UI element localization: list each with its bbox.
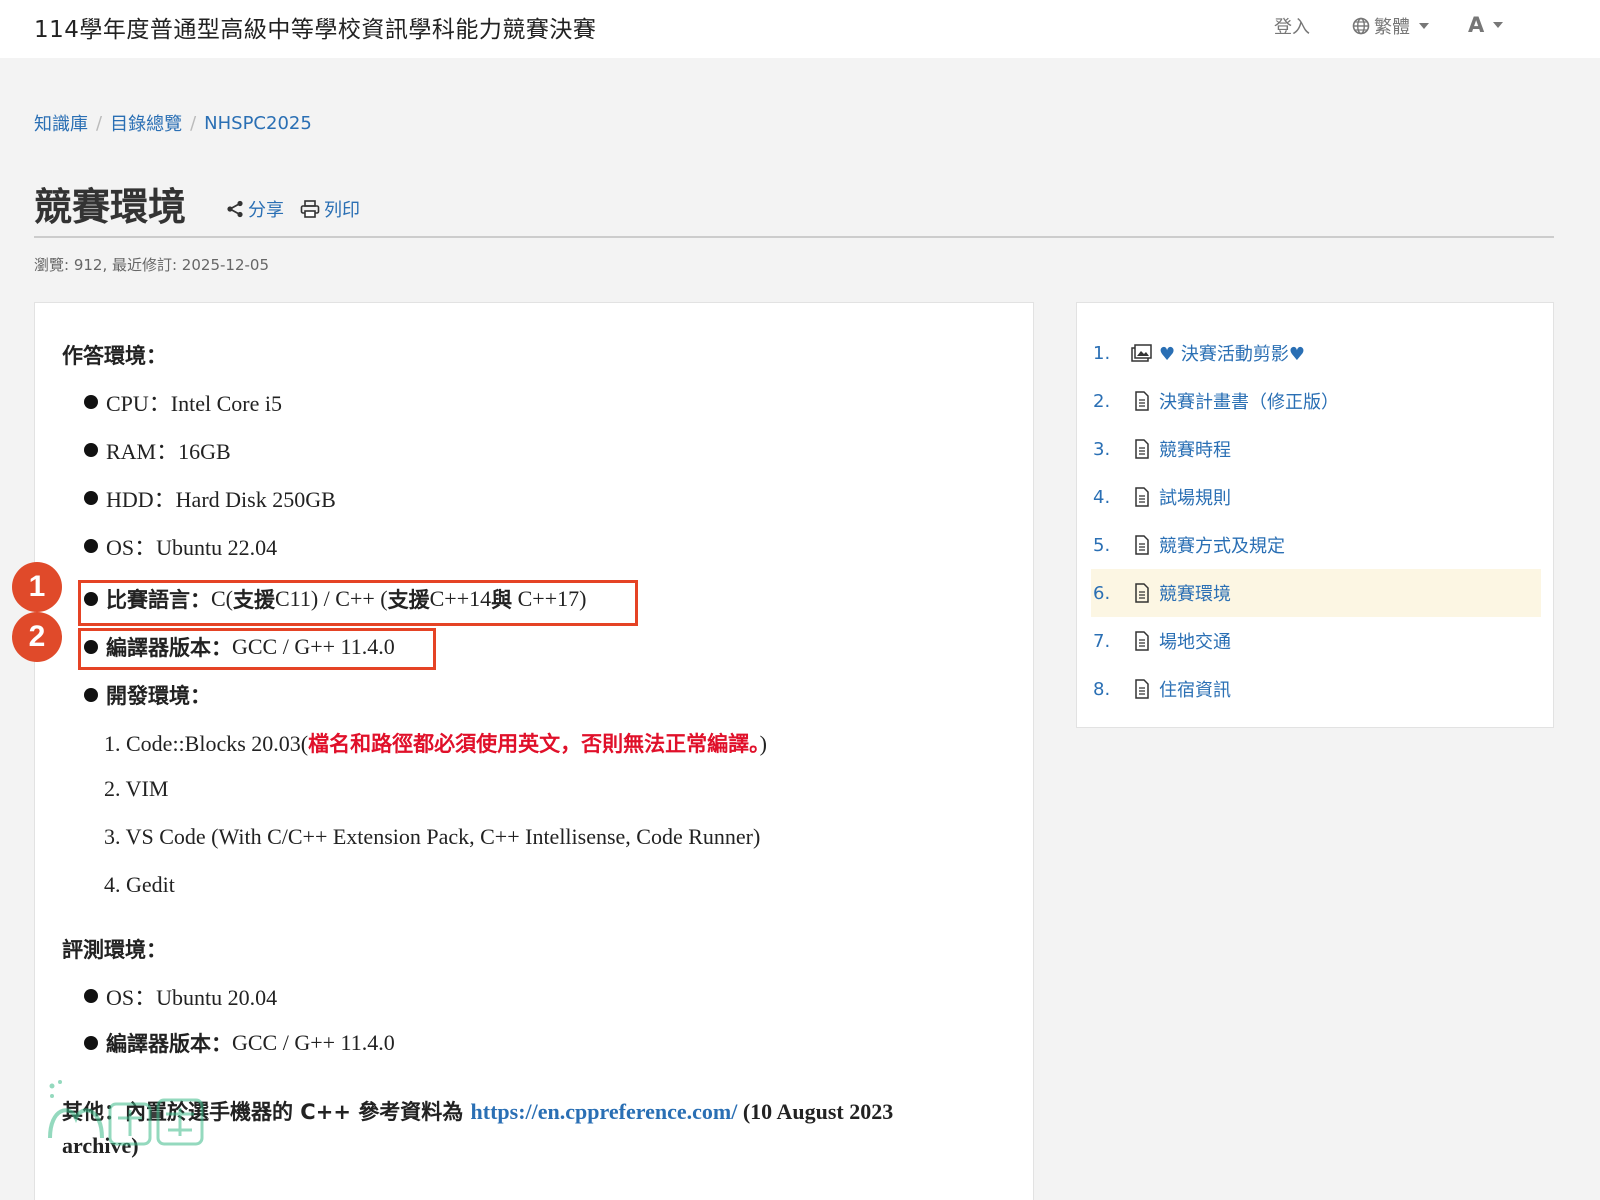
font-size-dropdown[interactable]: A bbox=[1468, 13, 1504, 37]
document-icon bbox=[1131, 438, 1153, 460]
bullet-icon bbox=[84, 989, 98, 1003]
bullet-icon bbox=[84, 491, 98, 505]
toc-number: 6. bbox=[1093, 582, 1111, 604]
bullet-icon bbox=[84, 443, 98, 457]
toc-label: ♥ 決賽活動剪影♥ bbox=[1159, 344, 1305, 365]
toc-item-transport[interactable]: 7. 場地交通 bbox=[1091, 617, 1541, 665]
toc-panel: 1. ♥ 決賽活動剪影♥ 2. 決賽計畫書（修正版） 3. 競賽時程 4. 試場… bbox=[1076, 302, 1554, 728]
judge-env-heading: 評測環境： bbox=[62, 938, 167, 962]
share-label: 分享 bbox=[248, 200, 284, 221]
breadcrumb-separator: / bbox=[96, 112, 103, 134]
list-item-judge-os: OS：Ubuntu 20.04 bbox=[84, 980, 277, 1012]
printer-icon bbox=[300, 200, 320, 218]
dev-item-gedit: 4. Gedit bbox=[104, 872, 175, 897]
dev-item-vim: 2. VIM bbox=[104, 776, 169, 801]
toc-label: 競賽環境 bbox=[1159, 584, 1231, 605]
language-label: 繁體 bbox=[1374, 17, 1410, 38]
bullet-icon bbox=[84, 1036, 98, 1050]
bullet-icon bbox=[84, 688, 98, 702]
toc-item-activity-gallery[interactable]: 1. ♥ 決賽活動剪影♥ bbox=[1091, 329, 1541, 377]
page-title: 競賽環境 bbox=[34, 184, 187, 229]
document-icon bbox=[1131, 486, 1153, 508]
dev-item-text: ) bbox=[759, 731, 767, 756]
filename-warning: 檔名和路徑都必須使用英文，否則無法正常編譯。 bbox=[308, 732, 760, 756]
dev-item-vscode: 3. VS Code (With C/C++ Extension Pack, C… bbox=[104, 824, 761, 849]
judge-compiler-value: GCC / G++ 11.4.0 bbox=[232, 1030, 395, 1055]
breadcrumb: 知識庫 / 目錄總覽 / NHSPC2025 bbox=[34, 110, 312, 136]
toc-label: 住宿資訊 bbox=[1159, 680, 1231, 701]
globe-icon bbox=[1352, 17, 1370, 35]
breadcrumb-separator: / bbox=[190, 112, 197, 134]
list-item-judge-compiler: 編譯器版本： GCC / G++ 11.4.0 bbox=[84, 1028, 395, 1058]
bullet-icon bbox=[84, 395, 98, 409]
dev-env-label: 開發環境： bbox=[106, 684, 211, 708]
judge-compiler-label: 編譯器版本： bbox=[106, 1032, 232, 1056]
breadcrumb-directory[interactable]: 目錄總覽 bbox=[110, 110, 182, 136]
title-divider bbox=[34, 236, 1554, 238]
watermark-logo bbox=[48, 1080, 204, 1146]
toc-number: 1. bbox=[1093, 342, 1111, 364]
breadcrumb-nhspc2025[interactable]: NHSPC2025 bbox=[204, 113, 312, 134]
toc-label: 競賽時程 bbox=[1159, 440, 1231, 461]
list-item-cpu: CPU：Intel Core i5 bbox=[84, 386, 282, 418]
share-icon bbox=[227, 200, 243, 218]
font-size-label: A bbox=[1468, 13, 1485, 37]
toc-item-rules[interactable]: 4. 試場規則 bbox=[1091, 473, 1541, 521]
list-item-ram: RAM：16GB bbox=[84, 434, 231, 466]
language-dropdown[interactable]: 繁體 bbox=[1352, 13, 1429, 39]
toc-label: 決賽計畫書（修正版） bbox=[1159, 392, 1339, 413]
document-icon bbox=[1131, 678, 1153, 700]
document-icon bbox=[1131, 630, 1153, 652]
login-label: 登入 bbox=[1274, 17, 1310, 38]
login-link[interactable]: 登入 bbox=[1274, 13, 1310, 39]
cppreference-link[interactable]: https://en.cppreference.com/ bbox=[471, 1099, 738, 1124]
document-icon bbox=[1131, 534, 1153, 556]
toc-number: 7. bbox=[1093, 630, 1111, 652]
share-button[interactable]: 分享 bbox=[226, 196, 284, 222]
toc-item-environment[interactable]: 6. 競賽環境 bbox=[1091, 569, 1541, 617]
list-item-dev-env: 開發環境： bbox=[84, 680, 211, 710]
toc-number: 8. bbox=[1093, 678, 1111, 700]
callout-badge-2: 2 bbox=[12, 612, 62, 662]
bullet-icon bbox=[84, 539, 98, 553]
ram-text: RAM：16GB bbox=[106, 439, 231, 464]
cpu-text: CPU：Intel Core i5 bbox=[106, 391, 282, 416]
toc-item-schedule[interactable]: 3. 競賽時程 bbox=[1091, 425, 1541, 473]
toc-label: 試場規則 bbox=[1159, 488, 1231, 509]
highlight-box-compiler bbox=[78, 628, 436, 670]
print-label: 列印 bbox=[324, 200, 360, 221]
toc-label: 競賽方式及規定 bbox=[1159, 536, 1285, 557]
toc-number: 5. bbox=[1093, 534, 1111, 556]
title-actions: 分享 列印 bbox=[226, 196, 360, 222]
list-item-hdd: HDD：Hard Disk 250GB bbox=[84, 482, 336, 514]
toc-number: 2. bbox=[1093, 390, 1111, 412]
answer-env-heading: 作答環境： bbox=[62, 344, 167, 368]
os-text: OS：Ubuntu 22.04 bbox=[106, 535, 278, 560]
print-button[interactable]: 列印 bbox=[300, 196, 360, 222]
document-icon bbox=[1131, 582, 1153, 604]
toc-item-format[interactable]: 5. 競賽方式及規定 bbox=[1091, 521, 1541, 569]
chevron-down-icon bbox=[1493, 22, 1504, 28]
site-title[interactable]: 114學年度普通型高級中等學校資訊學科能力競賽決賽 bbox=[34, 10, 596, 44]
dev-item-codeblocks: 1. Code::Blocks 20.03(檔名和路徑都必須使用英文，否則無法正… bbox=[104, 728, 767, 758]
dev-item-text: 1. Code::Blocks 20.03( bbox=[104, 731, 309, 756]
page-meta: 瀏覽: 912, 最近修訂: 2025-12-05 bbox=[34, 256, 269, 274]
highlight-box-language bbox=[78, 580, 638, 626]
toc-item-plan[interactable]: 2. 決賽計畫書（修正版） bbox=[1091, 377, 1541, 425]
chevron-down-icon bbox=[1419, 23, 1429, 29]
gallery-icon bbox=[1131, 342, 1153, 364]
judge-os-text: OS：Ubuntu 20.04 bbox=[106, 985, 278, 1010]
callout-badge-1: 1 bbox=[12, 562, 62, 612]
list-item-os: OS：Ubuntu 22.04 bbox=[84, 530, 277, 562]
top-navbar: 114學年度普通型高級中等學校資訊學科能力競賽決賽 登入 繁體 A bbox=[0, 0, 1600, 58]
toc-number: 4. bbox=[1093, 486, 1111, 508]
toc-label: 場地交通 bbox=[1159, 632, 1231, 653]
hdd-text: HDD：Hard Disk 250GB bbox=[106, 487, 336, 512]
document-icon bbox=[1131, 390, 1153, 412]
toc-item-accommodation[interactable]: 8. 住宿資訊 bbox=[1091, 665, 1541, 713]
breadcrumb-knowledge-base[interactable]: 知識庫 bbox=[34, 110, 88, 136]
toc-number: 3. bbox=[1093, 438, 1111, 460]
